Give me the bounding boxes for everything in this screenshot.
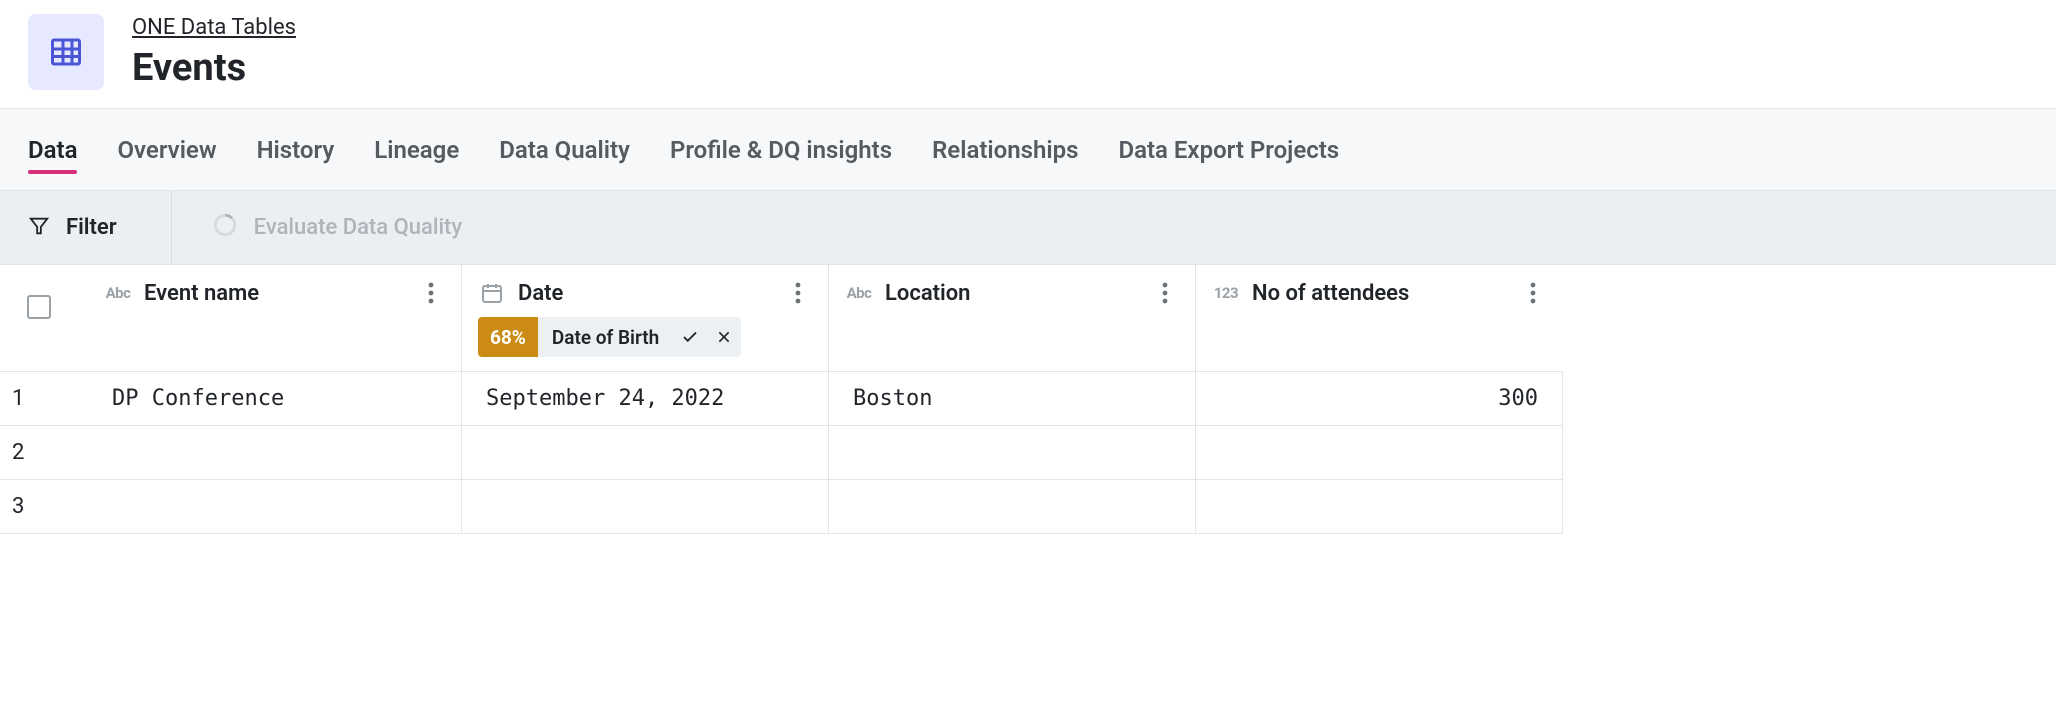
- tab-lineage[interactable]: Lineage: [374, 112, 459, 188]
- cell-attendees[interactable]: [1196, 480, 1563, 534]
- cell-location[interactable]: [829, 426, 1196, 480]
- cell-date[interactable]: [462, 480, 829, 534]
- select-all-cell[interactable]: [0, 265, 88, 372]
- column-name: Event name: [144, 281, 259, 306]
- evaluate-dq-label: Evaluate Data Quality: [254, 215, 462, 240]
- tab-data[interactable]: Data: [28, 112, 77, 188]
- cell-attendees[interactable]: 300: [1196, 372, 1563, 426]
- cell-event-name[interactable]: [88, 426, 462, 480]
- suggestion-reject-button[interactable]: [707, 317, 741, 357]
- cell-attendees[interactable]: [1196, 426, 1563, 480]
- filter-icon: [28, 215, 50, 241]
- data-grid: Abc Event name Date 68% Date of Birth: [0, 265, 2056, 534]
- spinner-icon: [212, 212, 238, 244]
- column-menu-button[interactable]: [1519, 279, 1547, 307]
- date-type-icon: [478, 279, 506, 307]
- suggestion-accept-button[interactable]: [673, 317, 707, 357]
- page-header: ONE Data Tables Events: [0, 0, 2056, 108]
- evaluate-dq-button: Evaluate Data Quality: [172, 212, 462, 244]
- row-number: 3: [0, 480, 88, 534]
- tab-data-quality[interactable]: Data Quality: [499, 112, 630, 188]
- cell-event-name[interactable]: DP Conference: [88, 372, 462, 426]
- breadcrumb-parent-link[interactable]: ONE Data Tables: [132, 15, 296, 40]
- tab-relationships[interactable]: Relationships: [932, 112, 1078, 188]
- select-all-checkbox[interactable]: [27, 295, 51, 319]
- suggestion-label: Date of Birth: [538, 326, 673, 349]
- column-header-event-name: Abc Event name: [88, 265, 462, 372]
- tabs: Data Overview History Lineage Data Quali…: [0, 109, 2056, 191]
- table-icon: [28, 14, 104, 90]
- row-number: 2: [0, 426, 88, 480]
- page-title: Events: [132, 46, 296, 90]
- text-type-icon: Abc: [845, 279, 873, 307]
- column-menu-button[interactable]: [417, 279, 445, 307]
- row-number: 1: [0, 372, 88, 426]
- filter-button[interactable]: Filter: [28, 191, 172, 264]
- toolbar: Filter Evaluate Data Quality: [0, 191, 2056, 265]
- number-type-icon: 123: [1212, 279, 1240, 307]
- column-header-location: Abc Location: [829, 265, 1196, 372]
- column-name: Date: [518, 281, 563, 306]
- column-header-date: Date 68% Date of Birth: [462, 265, 829, 372]
- tab-overview[interactable]: Overview: [117, 112, 216, 188]
- column-name: No of attendees: [1252, 281, 1409, 306]
- text-type-icon: Abc: [104, 279, 132, 307]
- breadcrumb: ONE Data Tables Events: [132, 15, 296, 90]
- cell-date[interactable]: September 24, 2022: [462, 372, 829, 426]
- column-header-attendees: 123 No of attendees: [1196, 265, 1563, 372]
- cell-date[interactable]: [462, 426, 829, 480]
- term-suggestion-chip: 68% Date of Birth: [478, 317, 741, 357]
- column-name: Location: [885, 281, 970, 306]
- filter-label: Filter: [66, 215, 117, 240]
- column-menu-button[interactable]: [1151, 279, 1179, 307]
- tab-profile-dq-insights[interactable]: Profile & DQ insights: [670, 112, 892, 188]
- column-menu-button[interactable]: [784, 279, 812, 307]
- tab-data-export-projects[interactable]: Data Export Projects: [1118, 112, 1339, 188]
- suggestion-confidence: 68%: [478, 317, 538, 357]
- cell-location[interactable]: [829, 480, 1196, 534]
- tab-history[interactable]: History: [257, 112, 335, 188]
- cell-location[interactable]: Boston: [829, 372, 1196, 426]
- cell-event-name[interactable]: [88, 480, 462, 534]
